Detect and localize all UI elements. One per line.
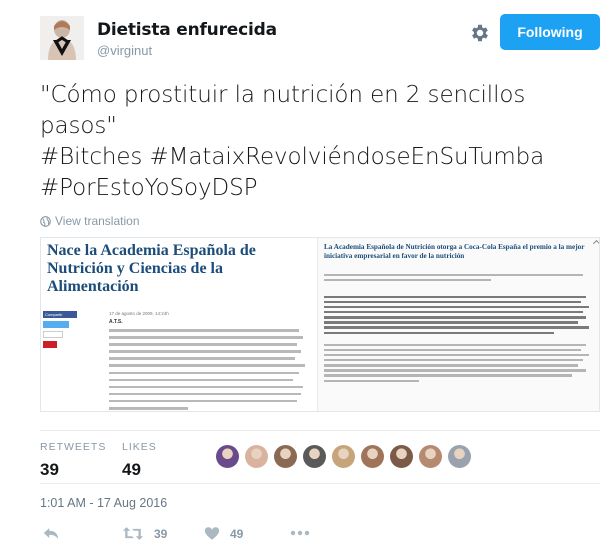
hashtag-line[interactable]: #PorEstoYoSoyDSP [40, 173, 600, 204]
user-handle[interactable]: @virginut [97, 43, 152, 58]
tweet-line: "Cómo prostituir la nutrición en 2 senci… [40, 82, 526, 108]
tweet-text: "Cómo prostituir la nutrición en 2 senci… [40, 80, 600, 204]
article-byline: A.T.S. [109, 319, 123, 325]
like-button[interactable]: 49 [204, 526, 243, 541]
retweet-icon [122, 527, 144, 540]
tweet-actions: 39 49 [40, 526, 600, 546]
tweet-timestamp[interactable]: 1:01 AM - 17 Aug 2016 [40, 496, 167, 510]
more-options-button[interactable] [290, 530, 310, 536]
tweet-line: pasos" [40, 113, 117, 139]
press-intro [324, 274, 594, 284]
reply-icon [43, 528, 59, 539]
article-body [109, 329, 307, 411]
liker-avatar[interactable] [274, 445, 297, 468]
press-body [324, 344, 594, 385]
gear-icon[interactable] [469, 22, 491, 44]
liker-avatar[interactable] [361, 445, 384, 468]
article-date: 17 de agosto de 2009, 14:24h [109, 311, 169, 316]
retweets-count: 39 [40, 460, 59, 479]
retweets-stat[interactable]: RETWEETS 39 [40, 441, 106, 480]
tweet-media-image[interactable]: Nace la Academia Española de Nutrición y… [40, 237, 600, 412]
likes-stat[interactable]: LIKES 49 [122, 441, 157, 480]
facebook-share-icon: Compartir [43, 311, 77, 318]
retweet-button[interactable]: 39 [122, 526, 167, 541]
heart-icon [204, 527, 220, 540]
liker-avatar[interactable] [245, 445, 268, 468]
share-buttons: Compartir [43, 311, 77, 348]
globe-icon [40, 215, 51, 227]
avatar[interactable] [40, 16, 84, 60]
view-translation-label[interactable]: View translation [55, 214, 140, 228]
liker-avatar[interactable] [216, 445, 239, 468]
press-body-bold [324, 296, 594, 337]
more-dots-icon [290, 530, 310, 536]
liker-avatar[interactable] [332, 445, 355, 468]
share-label: Compartir [45, 312, 63, 317]
likes-count: 49 [122, 460, 141, 479]
retweets-label: RETWEETS [40, 441, 107, 453]
liker-avatar[interactable] [448, 445, 471, 468]
article-clipping-left: Nace la Academia Española de Nutrición y… [41, 238, 313, 411]
liker-avatar[interactable] [419, 445, 442, 468]
liker-avatars [216, 445, 471, 468]
retweet-count: 39 [154, 526, 168, 541]
reply-button[interactable] [42, 526, 60, 541]
press-release-title: La Academia Española de Nutrición otorga… [324, 243, 585, 260]
pinterest-share-icon [43, 341, 57, 348]
tweet-stats: RETWEETS 39 LIKES 49 [40, 430, 600, 484]
article-clipping-right: La Academia Española de Nutrición otorga… [317, 238, 599, 411]
view-translation-link[interactable]: View translation [40, 214, 140, 228]
following-button[interactable]: Following [500, 14, 600, 50]
twitter-share-icon [43, 321, 69, 328]
liker-avatar[interactable] [303, 445, 326, 468]
article-title: Nace la Academia Española de Nutrición y… [47, 242, 256, 295]
display-name[interactable]: Dietista enfurecida [97, 20, 277, 40]
google-share-icon [43, 331, 63, 338]
likes-label: LIKES [122, 441, 157, 453]
hashtag-line[interactable]: #Bitches #MataixRevolviéndoseEnSuTumba [40, 142, 600, 173]
liker-avatar[interactable] [390, 445, 413, 468]
like-count: 49 [230, 526, 244, 541]
